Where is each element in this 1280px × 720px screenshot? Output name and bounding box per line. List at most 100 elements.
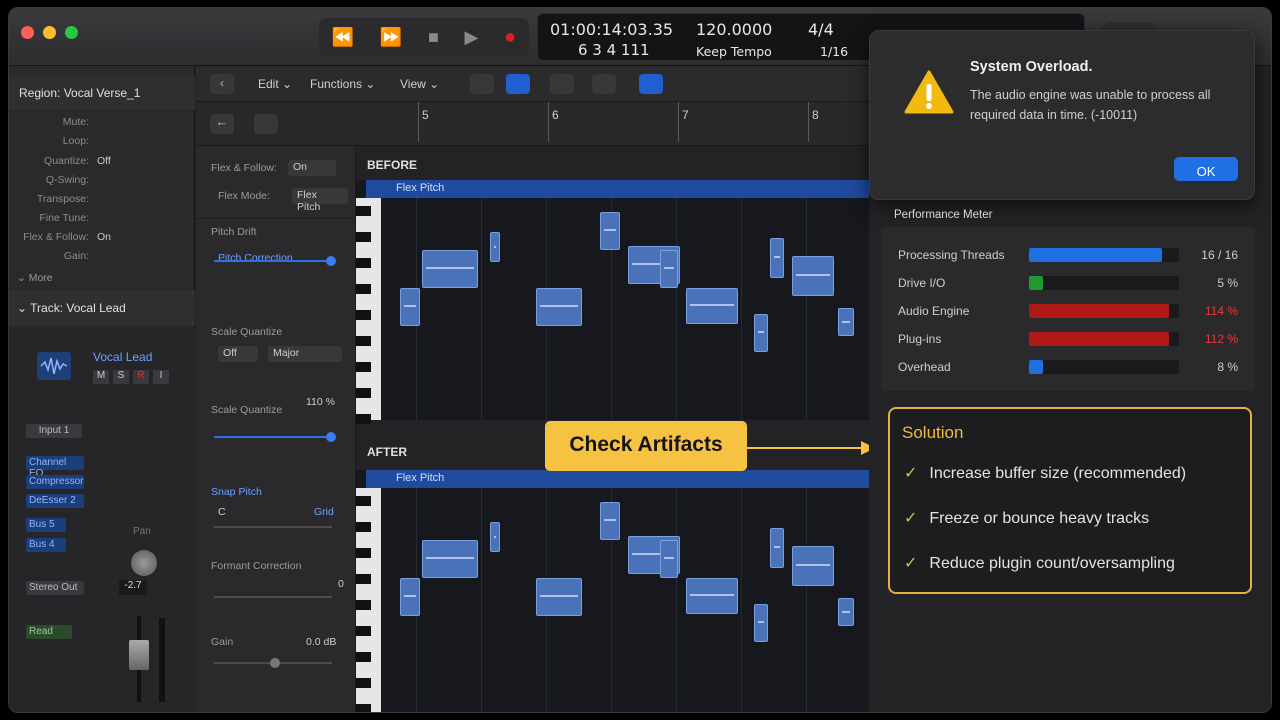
region-param-value[interactable]: On xyxy=(97,231,111,243)
pitch-note[interactable] xyxy=(838,308,854,336)
pitch-note[interactable] xyxy=(600,502,620,540)
arrow-left-icon[interactable]: ← xyxy=(210,114,234,134)
stop-icon[interactable]: ■ xyxy=(428,27,439,48)
black-key[interactable] xyxy=(356,704,371,712)
plugin-slot-channel-eq[interactable]: Channel EQ xyxy=(26,456,84,479)
black-key[interactable] xyxy=(356,652,371,662)
lcd-time: 01:00:14:03.35 xyxy=(550,20,674,39)
region-inspector-title[interactable]: Region: Vocal Verse_1 xyxy=(9,76,195,110)
plugin-slot-compressor[interactable]: Compressor xyxy=(26,475,84,489)
zoom-window-button[interactable] xyxy=(65,26,78,39)
pitch-note[interactable] xyxy=(660,250,678,288)
back-icon[interactable]: ‹ xyxy=(210,74,234,94)
close-window-button[interactable] xyxy=(21,26,34,39)
piano-keyboard[interactable] xyxy=(356,488,381,712)
rewind-icon[interactable]: ⏪ xyxy=(332,27,354,48)
black-key[interactable] xyxy=(356,548,371,558)
black-key[interactable] xyxy=(356,206,371,216)
minimize-window-button[interactable] xyxy=(43,26,56,39)
pitch-note[interactable] xyxy=(686,288,738,324)
formant-slider[interactable] xyxy=(214,596,332,598)
functions-menu[interactable]: Functions ⌄ xyxy=(310,77,375,91)
zoom-fit-icon[interactable] xyxy=(254,114,278,134)
flex-view-button[interactable] xyxy=(506,74,530,94)
black-key[interactable] xyxy=(356,284,371,294)
pitch-note[interactable] xyxy=(770,238,784,278)
black-key[interactable] xyxy=(356,574,371,584)
snap-pitch-right[interactable]: Grid xyxy=(314,506,334,518)
flex-mode-select[interactable]: Flex Pitch xyxy=(292,188,348,213)
edit-menu[interactable]: Edit ⌄ xyxy=(258,77,292,91)
slider-knob[interactable] xyxy=(270,658,280,668)
before-region-header[interactable]: Flex Pitch xyxy=(366,180,869,198)
pitch-note[interactable] xyxy=(838,598,854,626)
black-key[interactable] xyxy=(356,258,371,268)
record-icon[interactable]: ● xyxy=(504,26,516,49)
scale-quantize-slider[interactable] xyxy=(214,432,336,442)
after-region-header[interactable]: Flex Pitch xyxy=(366,470,869,488)
pitch-note[interactable] xyxy=(400,578,420,616)
automation-mode[interactable]: Read xyxy=(26,625,72,639)
before-pitch-editor[interactable]: Flex Pitch xyxy=(356,180,869,424)
black-key[interactable] xyxy=(356,600,371,610)
play-icon[interactable]: ▶ xyxy=(465,27,479,48)
more-toggle[interactable]: ⌄ More xyxy=(17,272,53,284)
pitch-note[interactable] xyxy=(490,232,500,262)
pitch-note[interactable] xyxy=(792,256,834,296)
mute-button[interactable]: M xyxy=(93,370,109,384)
black-key[interactable] xyxy=(356,388,371,398)
black-key[interactable] xyxy=(356,678,371,688)
track-inspector-title[interactable]: ⌄ Track: Vocal Lead xyxy=(9,290,195,326)
black-key[interactable] xyxy=(356,414,371,424)
solo-button[interactable]: S xyxy=(113,370,129,384)
piano-keyboard[interactable] xyxy=(356,198,381,424)
view-menu[interactable]: View ⌄ xyxy=(400,77,439,91)
pitch-note[interactable] xyxy=(422,250,478,288)
pitch-note[interactable] xyxy=(770,528,784,568)
scale-select[interactable]: Major xyxy=(268,346,342,362)
send-slot-bus5[interactable]: Bus 5 xyxy=(26,518,66,532)
gain-slider[interactable] xyxy=(214,658,332,668)
pitch-note[interactable] xyxy=(400,288,420,326)
pitch-note[interactable] xyxy=(490,522,500,552)
pointer-tool-icon[interactable] xyxy=(550,74,574,94)
catch-playhead-button[interactable] xyxy=(470,74,494,94)
output-slot[interactable]: Stereo Out xyxy=(26,581,84,595)
pitch-note[interactable] xyxy=(600,212,620,250)
pitch-note[interactable] xyxy=(754,314,768,352)
ok-button[interactable]: OK xyxy=(1174,157,1238,181)
volume-fader[interactable] xyxy=(129,640,149,670)
pitch-note[interactable] xyxy=(754,604,768,642)
pitch-note[interactable] xyxy=(686,578,738,614)
pitch-note[interactable] xyxy=(660,540,678,578)
slider-knob[interactable] xyxy=(326,256,336,266)
snap-tool-icon[interactable] xyxy=(592,74,616,94)
send-slot-bus4[interactable]: Bus 4 xyxy=(26,538,66,552)
pitch-note[interactable] xyxy=(792,546,834,586)
fast-forward-icon[interactable]: ⏩ xyxy=(380,27,402,48)
pitch-note[interactable] xyxy=(536,288,582,326)
black-key[interactable] xyxy=(356,232,371,242)
flex-follow-select[interactable]: On xyxy=(288,160,336,176)
after-pitch-editor[interactable]: Flex Pitch xyxy=(356,470,869,712)
region-param-value[interactable]: Off xyxy=(97,155,111,167)
black-key[interactable] xyxy=(356,626,371,636)
pan-knob[interactable] xyxy=(131,550,157,576)
scale-quantize-off-select[interactable]: Off xyxy=(218,346,258,362)
input-monitor-button[interactable]: I xyxy=(153,370,169,384)
input-slot[interactable]: Input 1 xyxy=(26,424,82,438)
record-enable-button[interactable]: R xyxy=(133,370,149,384)
flex-pitch-tool-icon[interactable] xyxy=(639,74,663,94)
pitch-note[interactable] xyxy=(536,578,582,616)
pitch-correction-slider[interactable] xyxy=(214,256,336,266)
black-key[interactable] xyxy=(356,336,371,346)
black-key[interactable] xyxy=(356,496,371,506)
plugin-slot-deesser[interactable]: DeEsser 2 xyxy=(26,494,84,508)
black-key[interactable] xyxy=(356,310,371,320)
pitch-note[interactable] xyxy=(422,540,478,578)
black-key[interactable] xyxy=(356,362,371,372)
track-name[interactable]: Vocal Lead xyxy=(93,350,152,364)
black-key[interactable] xyxy=(356,522,371,532)
snap-pitch-slider[interactable] xyxy=(214,526,332,528)
slider-knob[interactable] xyxy=(326,432,336,442)
